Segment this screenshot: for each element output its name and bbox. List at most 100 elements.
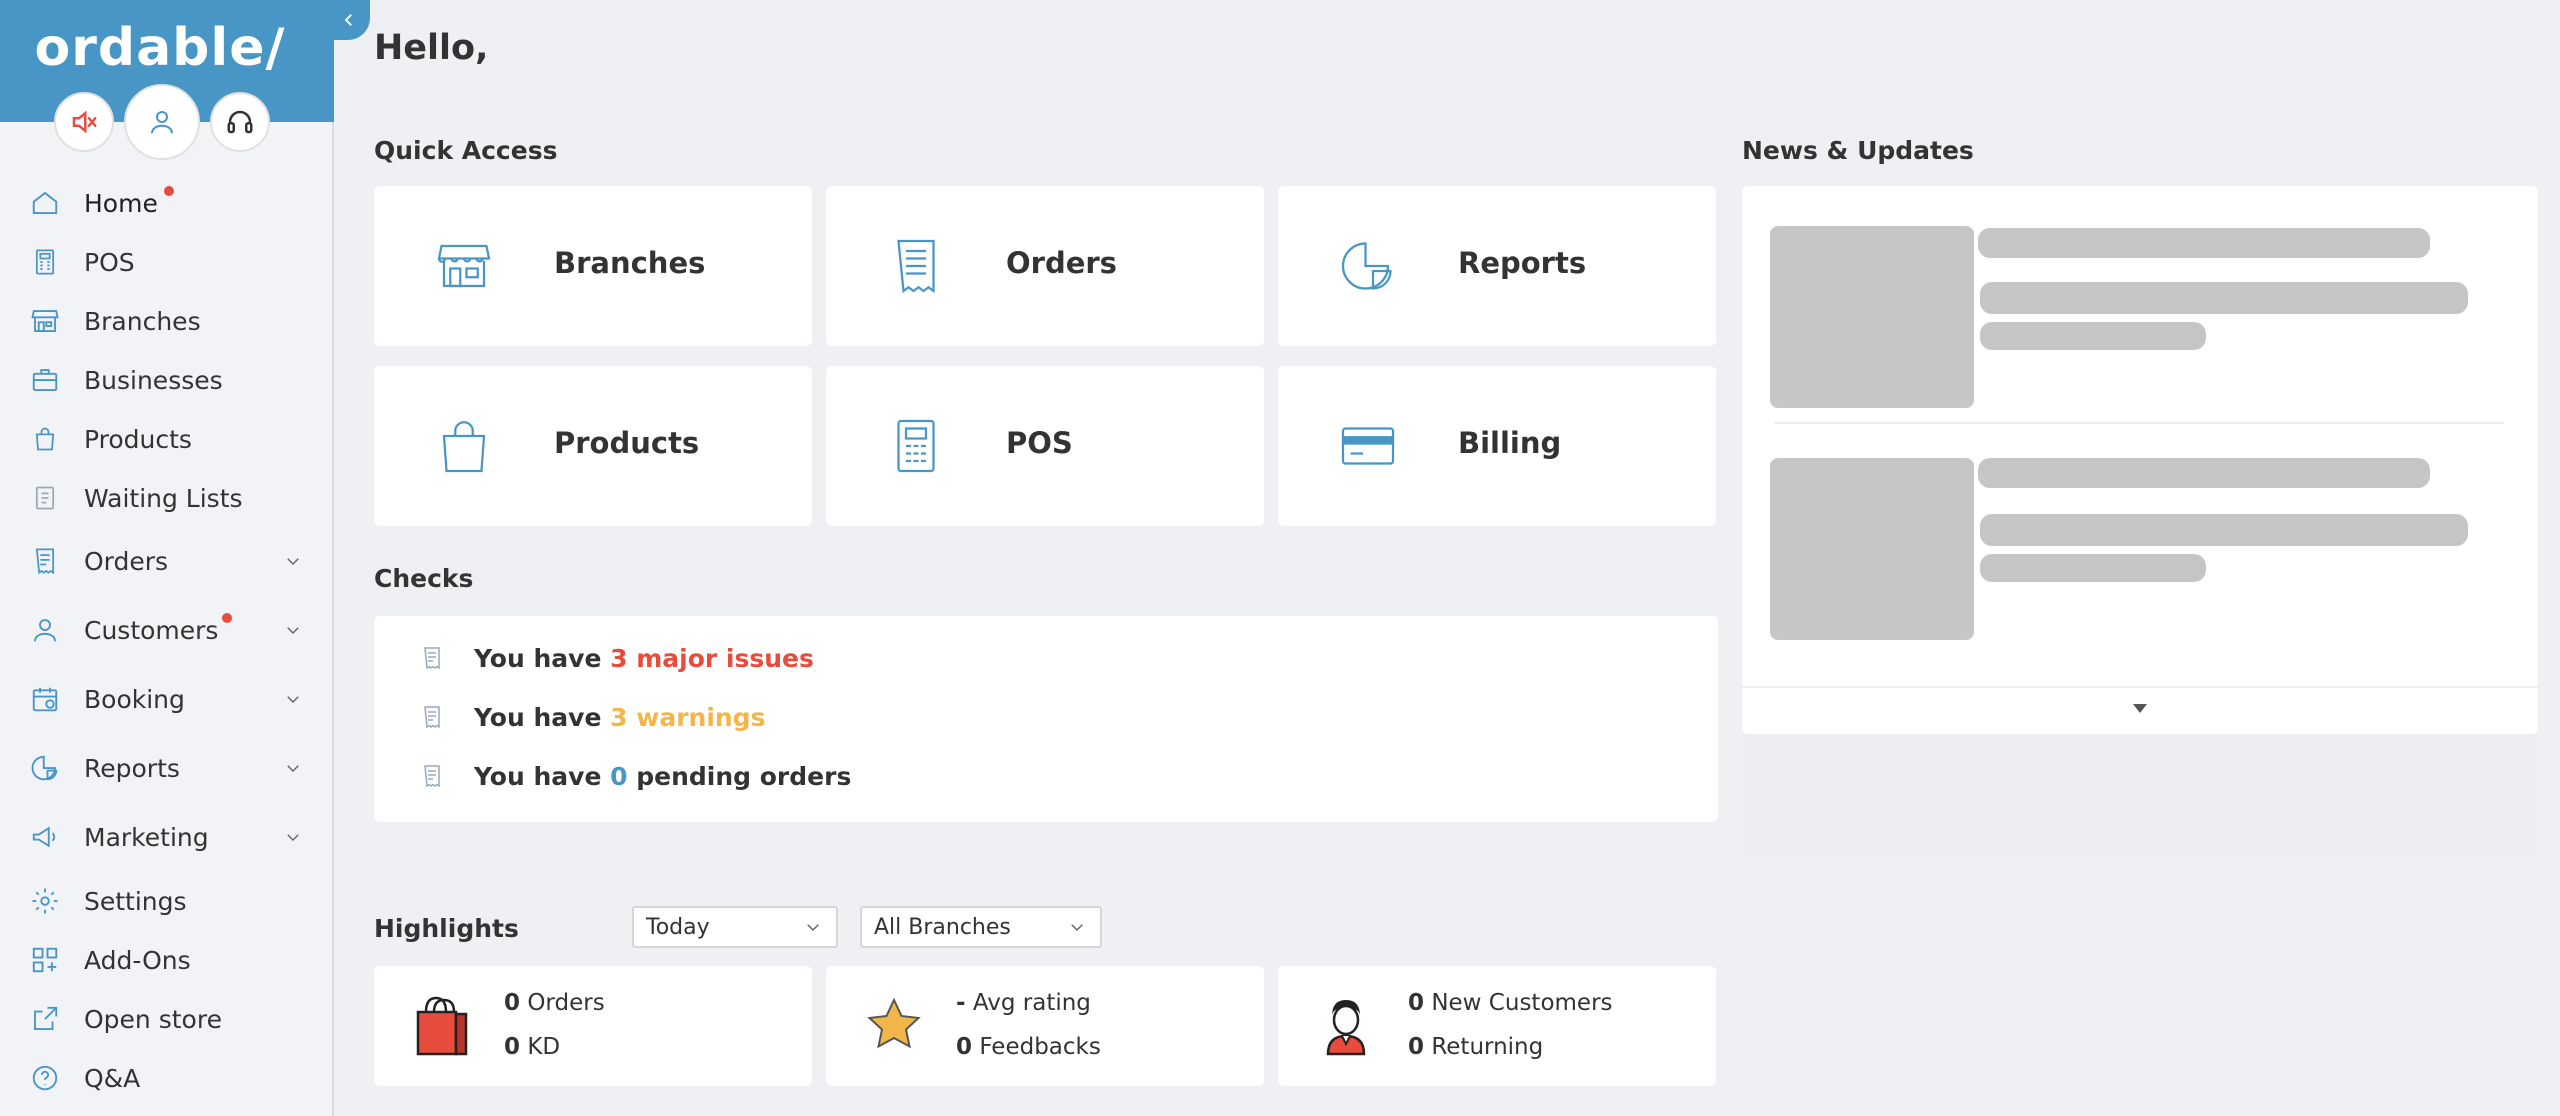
news-panel-footer <box>1742 734 2538 854</box>
chevron-down-icon[interactable] <box>280 824 306 850</box>
pie-chart-icon <box>1341 242 1392 290</box>
sound-muted-icon <box>72 110 97 134</box>
sidebar-item-settings[interactable]: Settings <box>0 876 334 926</box>
chevron-down-icon[interactable] <box>280 686 306 712</box>
branch-select[interactable]: All Branches <box>860 906 1102 948</box>
sidebar-item-label: Q&A <box>84 1063 141 1093</box>
checks-title: Checks <box>374 564 474 593</box>
check-text: You have 0 pending orders <box>474 761 852 791</box>
check-item[interactable]: You have 3 major issues <box>420 638 814 678</box>
shopping-bag-icon <box>442 421 486 473</box>
sidebar-item-pos[interactable]: POS <box>0 237 334 287</box>
quick-access-label: Billing <box>1458 426 1562 460</box>
highlight-line: 0 Returning <box>1408 1034 1544 1060</box>
check-text: You have 3 warnings <box>474 702 766 732</box>
sidebar-item-add-ons[interactable]: Add-Ons <box>0 935 334 985</box>
period-select-value: Today <box>646 915 710 940</box>
highlight-line: - Avg rating <box>956 990 1091 1016</box>
profile-button[interactable] <box>124 84 200 160</box>
sidebar-item-label: Branches <box>84 306 201 336</box>
megaphone-icon <box>28 820 62 854</box>
help-circle-icon <box>28 1061 62 1095</box>
caret-down-icon <box>2133 704 2147 713</box>
user-icon <box>151 111 173 134</box>
sidebar-item-customers[interactable]: Customers <box>0 605 334 655</box>
external-link-icon <box>28 1002 62 1036</box>
mute-button[interactable] <box>54 92 114 152</box>
chevron-down-icon[interactable] <box>280 755 306 781</box>
quick-access-billing[interactable]: Billing <box>1278 366 1716 526</box>
check-item[interactable]: You have 3 warnings <box>420 697 765 737</box>
shopping-bag-icon <box>416 996 468 1056</box>
news-panel <box>1742 186 2538 734</box>
sidebar-item-businesses[interactable]: Businesses <box>0 355 334 405</box>
branch-select-value: All Branches <box>874 915 1011 940</box>
quick-access-title: Quick Access <box>374 136 558 165</box>
news-divider <box>1774 422 2504 424</box>
receipt-icon <box>897 239 935 294</box>
chevron-left-icon <box>344 14 352 26</box>
highlight-line: 0 New Customers <box>1408 990 1613 1016</box>
sidebar-item-branches[interactable]: Branches <box>0 296 334 346</box>
sidebar-item-label: Orders <box>84 546 169 576</box>
highlight-rating-card: - Avg rating 0 Feedbacks <box>826 966 1264 1086</box>
chevron-down-icon <box>807 924 819 932</box>
sidebar-item-label: Open store <box>84 1004 222 1034</box>
highlights-title: Highlights <box>374 914 519 943</box>
check-text: You have 3 major issues <box>474 643 814 673</box>
news-title-placeholder <box>1978 228 2430 258</box>
receipt-icon <box>424 706 440 729</box>
store-icon <box>28 304 62 338</box>
highlight-line: 0 Feedbacks <box>956 1034 1101 1060</box>
calculator-icon <box>28 245 62 279</box>
quick-access-products[interactable]: Products <box>374 366 812 526</box>
quick-access-label: Orders <box>1006 246 1117 280</box>
news-title-placeholder <box>1978 458 2430 488</box>
highlight-line: 0 Orders <box>504 990 605 1016</box>
sidebar-item-qa[interactable]: Q&A <box>0 1053 334 1103</box>
quick-access-label: POS <box>1006 426 1073 460</box>
news-expand-button[interactable] <box>1742 686 2538 728</box>
sidebar-item-open-store[interactable]: Open store <box>0 994 334 1044</box>
grid-plus-icon <box>28 943 62 977</box>
chevron-down-icon[interactable] <box>280 548 306 574</box>
sidebar-item-label: Home <box>84 188 158 218</box>
quick-access-reports[interactable]: Reports <box>1278 186 1716 346</box>
chevron-down-icon[interactable] <box>280 617 306 643</box>
highlight-customers-card: 0 New Customers 0 Returning <box>1278 966 1716 1086</box>
support-button[interactable] <box>210 92 270 152</box>
sidebar-item-products[interactable]: Products <box>0 414 334 464</box>
user-icon <box>28 613 62 647</box>
quick-access-orders[interactable]: Orders <box>826 186 1264 346</box>
brand-logo[interactable]: ordable/ <box>0 18 320 78</box>
sidebar-item-label: Products <box>84 424 192 454</box>
calculator-icon <box>897 419 935 473</box>
sidebar-item-waiting-lists[interactable]: Waiting Lists <box>0 473 334 523</box>
quick-access-label: Products <box>554 426 700 460</box>
notification-dot <box>164 186 174 196</box>
gear-icon <box>28 884 62 918</box>
quick-access-label: Reports <box>1458 246 1587 280</box>
collapse-sidebar-button[interactable] <box>328 0 370 40</box>
sidebar-item-orders[interactable]: Orders <box>0 536 334 586</box>
sidebar-item-label: Reports <box>84 753 180 783</box>
news-image-placeholder <box>1770 226 1974 408</box>
sidebar-item-label: Booking <box>84 684 185 714</box>
sidebar-item-home[interactable]: Home <box>0 178 334 228</box>
highlight-orders-card: 0 Orders 0 KD <box>374 966 812 1086</box>
check-value: 3 warnings <box>610 702 766 732</box>
sidebar-item-label: Customers <box>84 615 219 645</box>
notification-dot <box>222 613 232 623</box>
check-item[interactable]: You have 0 pending orders <box>420 756 851 796</box>
quick-access-pos[interactable]: POS <box>826 366 1264 526</box>
sidebar-item-reports[interactable]: Reports <box>0 743 334 793</box>
quick-access-branches[interactable]: Branches <box>374 186 812 346</box>
credit-card-icon <box>1341 427 1395 465</box>
sidebar-item-booking[interactable]: Booking <box>0 674 334 724</box>
news-title: News & Updates <box>1742 136 1974 165</box>
briefcase-icon <box>28 363 62 397</box>
news-text-placeholder <box>1980 282 2468 314</box>
sidebar-item-marketing[interactable]: Marketing <box>0 812 334 862</box>
shopping-bag-icon <box>28 422 62 456</box>
period-select[interactable]: Today <box>632 906 838 948</box>
